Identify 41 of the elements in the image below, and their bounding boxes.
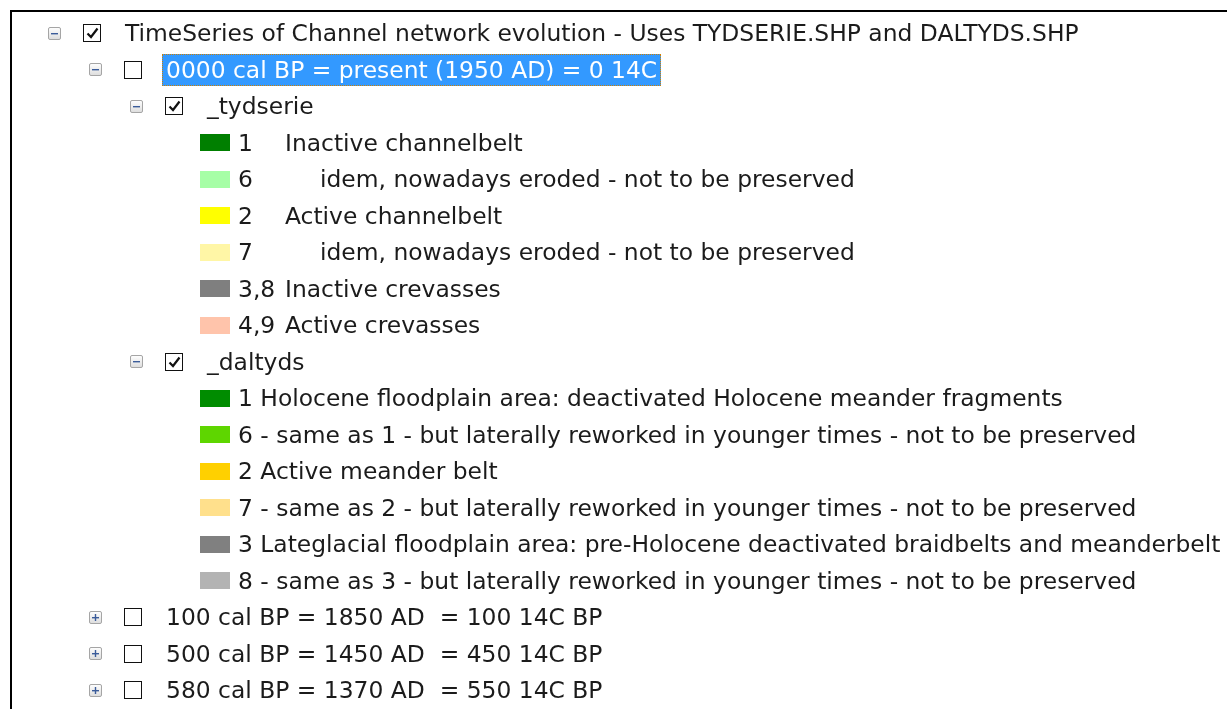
expand-toggle[interactable] — [130, 355, 143, 369]
checkbox[interactable] — [124, 681, 142, 700]
expand-toggle[interactable] — [89, 63, 102, 77]
legend-label: 2 Active meander belt — [238, 457, 498, 486]
tree-item-label[interactable]: _tydserie — [203, 90, 318, 123]
legend-code: 1 — [238, 128, 254, 157]
legend-code: 7 — [238, 238, 254, 267]
expand-toggle[interactable] — [89, 647, 102, 661]
legend-label: 1 Holocene floodplain area: deactivated Holocene meander fragments — [238, 384, 1063, 413]
plus-icon — [92, 650, 99, 658]
legend-label: 6 - same as 1 - but laterally reworked in younger times - not to be preserved — [238, 420, 1137, 449]
legend-label: 3 Lateglacial floodplain area: pre-Holocene deactivated braidbelts and meanderbelt — [238, 530, 1221, 559]
legend-label: Inactive crevasses — [285, 274, 501, 303]
tree-item-label[interactable]: 500 cal BP = 1450 AD = 450 14C BP — [162, 637, 607, 670]
expand-toggle[interactable] — [130, 99, 143, 113]
plus-icon — [92, 613, 99, 621]
legend-label: 7 - same as 2 - but laterally reworked in younger times - not to be preserved — [238, 493, 1137, 522]
expand-toggle[interactable] — [89, 683, 102, 697]
checkbox[interactable] — [83, 24, 101, 43]
plus-icon — [92, 686, 99, 694]
checkbox[interactable] — [124, 608, 142, 627]
checkbox[interactable] — [124, 644, 142, 663]
legend-label: Inactive channelbelt — [285, 128, 523, 157]
tree-item-label[interactable]: TimeSeries of Channel network evolution - Uses TYDSERIE.SHP and DALTYDS.SHP — [121, 17, 1083, 50]
tree-item-label[interactable]: 580 cal BP = 1370 AD = 550 14C BP — [162, 674, 607, 707]
legend-code: 3,8 — [238, 274, 277, 303]
legend-code: 6 — [238, 165, 254, 194]
expand-toggle[interactable] — [48, 26, 61, 40]
tree-item-label[interactable]: _daltyds — [203, 345, 309, 378]
expand-toggle[interactable] — [89, 610, 102, 624]
tree-item-label[interactable]: 100 cal BP = 1850 AD = 100 14C BP — [162, 601, 607, 634]
legend-label: idem, nowadays eroded - not to be preserved — [319, 238, 855, 267]
legend-label: 8 - same as 3 - but laterally reworked in younger times - not to be preserved — [238, 566, 1137, 595]
checkbox[interactable] — [124, 60, 142, 79]
legend-code: 4,9 — [238, 311, 277, 340]
legend-label: idem, nowadays eroded - not to be preserved — [319, 165, 855, 194]
checkbox[interactable] — [165, 97, 183, 116]
legend-label: Active crevasses — [285, 311, 481, 340]
legend-code: 2 — [238, 201, 254, 230]
checkbox[interactable] — [165, 352, 183, 371]
legend-label: Active channelbelt — [285, 201, 503, 230]
